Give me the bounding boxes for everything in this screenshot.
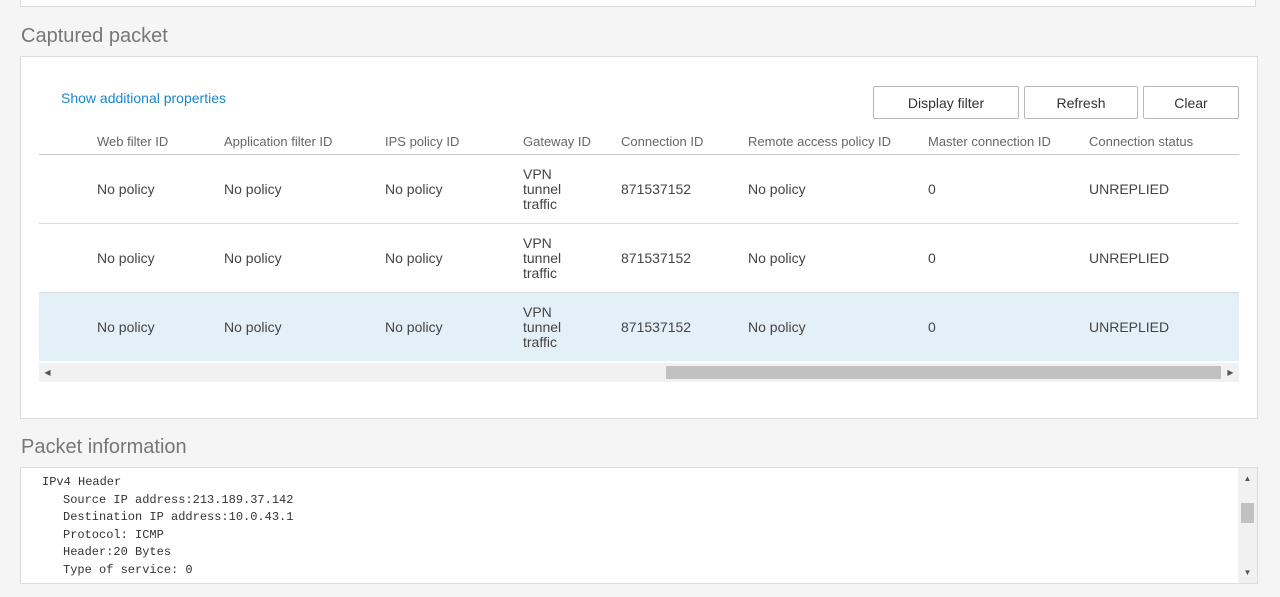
gateway-line: tunnel [523,318,562,335]
cell-application-filter-id: No policy [224,223,385,293]
triangle-up-icon[interactable]: ▲ [1238,470,1257,487]
cell-ips-policy-id: No policy [385,223,523,293]
vertical-scrollbar[interactable]: ▲ ▼ [1238,468,1257,583]
show-additional-properties-link[interactable]: Show additional properties [61,90,226,106]
table-row[interactable]: No policy No policy No policy VPN tunnel t… [39,154,1239,224]
cell-connection-id: 871537152 [621,292,748,361]
cell-application-filter-id: No policy [224,292,385,361]
refresh-button[interactable]: Refresh [1024,86,1138,119]
column-header-gateway-id[interactable]: Gateway ID [523,129,621,155]
packet-information-text: IPv4 Header Source IP address:213.189.37… [42,474,293,579]
gateway-line: traffic [523,195,557,212]
gateway-line: VPN [523,303,552,320]
cell-web-filter-id: No policy [39,154,224,224]
gateway-line: tunnel [523,180,562,197]
cell-connection-id: 871537152 [621,223,748,293]
previous-panel-edge [20,0,1256,7]
table-row[interactable]: No policy No policy No policy VPN tunnel t… [39,223,1239,293]
packet-line: Destination IP address:10.0.43.1 [63,510,294,524]
gateway-line: VPN [523,165,552,182]
cell-remote-access-policy-id: No policy [748,223,928,293]
gateway-line: traffic [523,264,557,281]
cell-master-connection-id: 0 [928,223,1089,293]
cell-connection-status: UNREPLIED [1089,292,1239,361]
packet-header-line: IPv4 Header [42,475,122,489]
clear-button[interactable]: Clear [1143,86,1239,119]
triangle-left-icon[interactable]: ◀ [39,363,56,382]
captured-packet-title: Captured packet [21,25,168,47]
cell-master-connection-id: 0 [928,292,1089,361]
cell-web-filter-id: No policy [39,292,224,361]
column-header-connection-id[interactable]: Connection ID [621,129,748,155]
cell-application-filter-id: No policy [224,154,385,224]
cell-web-filter-id: No policy [39,223,224,293]
horizontal-scroll-thumb[interactable] [666,366,1221,379]
cell-remote-access-policy-id: No policy [748,292,928,361]
cell-ips-policy-id: No policy [385,292,523,361]
cell-gateway-id: VPN tunnel traffic [523,223,621,293]
cell-connection-id: 871537152 [621,154,748,224]
column-header-master-connection-id[interactable]: Master connection ID [928,129,1089,155]
gateway-line: traffic [523,333,557,350]
packet-information-title: Packet information [21,436,187,458]
cell-master-connection-id: 0 [928,154,1089,224]
display-filter-button[interactable]: Display filter [873,86,1019,119]
packet-line: Header:20 Bytes [63,545,172,559]
cell-gateway-id: VPN tunnel traffic [523,154,621,224]
packet-line: Protocol: ICMP [63,527,164,542]
column-header-ips-policy-id[interactable]: IPS policy ID [385,129,523,155]
triangle-down-icon[interactable]: ▼ [1238,564,1257,581]
captured-packet-table: Web filter ID Application filter ID IPS … [39,129,1239,361]
captured-packet-panel: Show additional properties Display filte… [20,56,1258,419]
cell-connection-status: UNREPLIED [1089,223,1239,293]
column-header-connection-status[interactable]: Connection status [1089,129,1239,155]
column-header-web-filter-id[interactable]: Web filter ID [39,129,224,155]
captured-packet-table-viewport: Web filter ID Application filter ID IPS … [39,129,1239,361]
horizontal-scrollbar[interactable]: ◀ ▶ [39,363,1239,382]
table-header-row: Web filter ID Application filter ID IPS … [39,129,1239,155]
cell-ips-policy-id: No policy [385,154,523,224]
packet-information-panel[interactable]: IPv4 Header Source IP address:213.189.37… [20,467,1258,584]
cell-gateway-id: VPN tunnel traffic [523,292,621,361]
packet-line: Type of service: 0 [63,562,193,577]
gateway-line: VPN [523,234,552,251]
column-header-remote-access-policy-id[interactable]: Remote access policy ID [748,129,928,155]
column-header-application-filter-id[interactable]: Application filter ID [224,129,385,155]
vertical-scroll-thumb[interactable] [1241,503,1254,523]
triangle-right-icon[interactable]: ▶ [1222,363,1239,382]
cell-connection-status: UNREPLIED [1089,154,1239,224]
cell-remote-access-policy-id: No policy [748,154,928,224]
table-row-selected[interactable]: No policy No policy No policy VPN tunnel t… [39,292,1239,361]
packet-line: Source IP address:213.189.37.142 [63,492,294,507]
gateway-line: tunnel [523,249,562,266]
